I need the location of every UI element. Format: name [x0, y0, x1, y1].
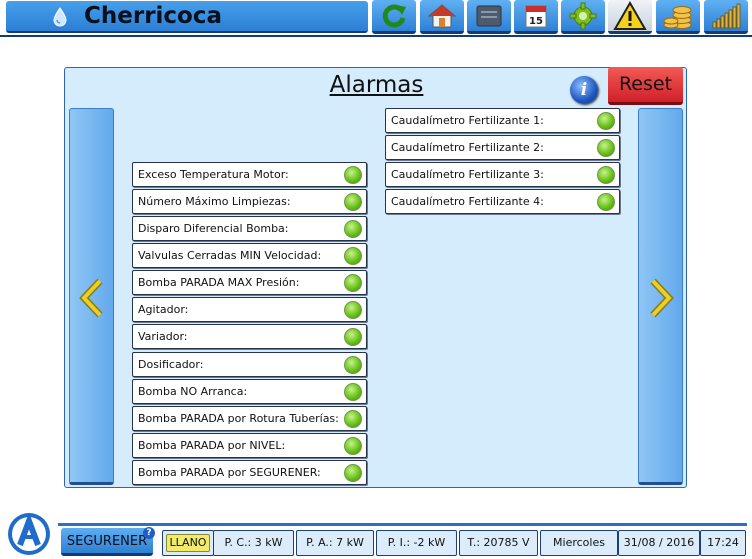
- status-led-icon: [344, 166, 362, 184]
- brand-logo-icon: [8, 512, 50, 555]
- chevron-left-icon: [79, 278, 103, 318]
- alarms-button[interactable]: [608, 0, 652, 34]
- status-led-icon: [597, 112, 615, 130]
- alarm-label: Bomba PARADA por SEGURENER:: [138, 466, 321, 479]
- calendar-icon: 15: [525, 5, 547, 27]
- status-led-icon: [344, 193, 362, 211]
- status-led-icon: [344, 220, 362, 238]
- alarm-row: Número Máximo Limpiezas:: [132, 189, 367, 214]
- alarm-row: Agitador:: [132, 297, 367, 322]
- signal-bars-icon: [712, 3, 741, 28]
- alarm-label: Dosificador:: [138, 358, 204, 371]
- alarm-label: Exceso Temperatura Motor:: [138, 168, 289, 181]
- alarm-row: Caudalímetro Fertilizante 2:: [385, 135, 620, 160]
- alarm-label: Caudalímetro Fertilizante 2:: [391, 141, 544, 154]
- status-led-icon: [344, 383, 362, 401]
- alarm-row: Dosificador:: [132, 352, 367, 377]
- alarm-label: Disparo Diferencial Bomba:: [138, 222, 289, 235]
- title-bar: Cherricoca: [6, 1, 368, 33]
- voltage-readout: T.: 20785 V: [459, 530, 538, 556]
- alarm-row: Bomba NO Arranca:: [132, 379, 367, 404]
- previous-page-button[interactable]: [69, 108, 114, 485]
- status-led-icon: [344, 247, 362, 265]
- info-button[interactable]: i: [570, 76, 598, 104]
- alarm-label: Caudalímetro Fertilizante 4:: [391, 195, 544, 208]
- home-icon: [427, 3, 457, 27]
- footer-divider: [58, 523, 747, 526]
- alarm-row: Bomba PARADA por Rotura Tuberías:: [132, 406, 367, 431]
- help-icon[interactable]: ?: [143, 527, 155, 539]
- status-led-icon: [597, 166, 615, 184]
- svg-text:15: 15: [529, 16, 543, 27]
- weekday: Miercoles: [540, 530, 618, 556]
- alarm-row: Caudalímetro Fertilizante 4:: [385, 189, 620, 214]
- alarm-label: Bomba NO Arranca:: [138, 385, 248, 398]
- alarm-label: Número Máximo Limpiezas:: [138, 195, 291, 208]
- refresh-button[interactable]: [372, 0, 416, 34]
- alarm-row: Caudalímetro Fertilizante 3:: [385, 162, 620, 187]
- alarm-row: Variador:: [132, 324, 367, 349]
- status-led-icon: [597, 139, 615, 157]
- reset-button[interactable]: Reset: [608, 67, 683, 105]
- refresh-icon: [382, 3, 406, 27]
- water-drop-icon: [53, 7, 67, 27]
- status-led-icon: [344, 464, 362, 482]
- status-led-icon: [344, 328, 362, 346]
- alarm-label: Valvulas Cerradas MIN Velocidad:: [138, 249, 322, 262]
- chevron-right-icon: [650, 278, 674, 318]
- warning-icon: [613, 0, 647, 30]
- alarm-row: Caudalímetro Fertilizante 1:: [385, 108, 620, 133]
- coins-icon: [663, 5, 692, 29]
- alarm-row: Bomba PARADA por NIVEL:: [132, 433, 367, 458]
- segurener-button[interactable]: SEGURENER: [61, 528, 153, 556]
- status-led-icon: [344, 274, 362, 292]
- contracted-power: P. C.: 3 kW: [213, 530, 294, 556]
- status-led-icon: [344, 410, 362, 428]
- signal-button[interactable]: [704, 0, 748, 34]
- status-led-icon: [344, 437, 362, 455]
- instant-power: P. I.: -2 kW: [376, 530, 457, 556]
- home-button[interactable]: [420, 0, 464, 34]
- alarm-label: Variador:: [138, 330, 188, 343]
- alarm-label: Caudalímetro Fertilizante 3:: [391, 168, 544, 181]
- alarms-panel: Alarmas i Reset Exceso Temperatura Motor…: [64, 67, 687, 488]
- alarm-label: Agitador:: [138, 303, 189, 316]
- status-led-icon: [597, 193, 615, 211]
- alarm-row: Exceso Temperatura Motor:: [132, 162, 367, 187]
- status-led-icon: [344, 301, 362, 319]
- top-bar: Cherricoca 15: [0, 0, 752, 37]
- alarm-label: Bomba PARADA por Rotura Tuberías:: [138, 412, 339, 425]
- date: 31/08 / 2016: [618, 530, 700, 556]
- settings-button[interactable]: [561, 0, 605, 34]
- alarm-label: Bomba PARADA MAX Presión:: [138, 276, 300, 289]
- next-page-button[interactable]: [638, 108, 683, 485]
- status-led-icon: [344, 356, 362, 374]
- app-title: Cherricoca: [84, 3, 223, 29]
- alarm-row: Bomba PARADA por SEGURENER:: [132, 460, 367, 485]
- alarm-label: Caudalímetro Fertilizante 1:: [391, 114, 544, 127]
- header-divider: [0, 35, 752, 37]
- tariff-badge: LLANO: [166, 534, 210, 552]
- active-power: P. A.: 7 kW: [296, 530, 374, 556]
- alarm-row: Valvulas Cerradas MIN Velocidad:: [132, 243, 367, 268]
- clock: 17:24: [700, 530, 746, 556]
- alarm-label: Bomba PARADA por NIVEL:: [138, 439, 286, 452]
- calendar-button[interactable]: 15: [514, 0, 558, 34]
- costs-button[interactable]: [656, 0, 700, 34]
- alarm-row: Disparo Diferencial Bomba:: [132, 216, 367, 241]
- gear-icon: [569, 2, 597, 29]
- panel-icon: [476, 5, 502, 26]
- panel-button[interactable]: [467, 0, 511, 34]
- alarm-row: Bomba PARADA MAX Presión:: [132, 270, 367, 295]
